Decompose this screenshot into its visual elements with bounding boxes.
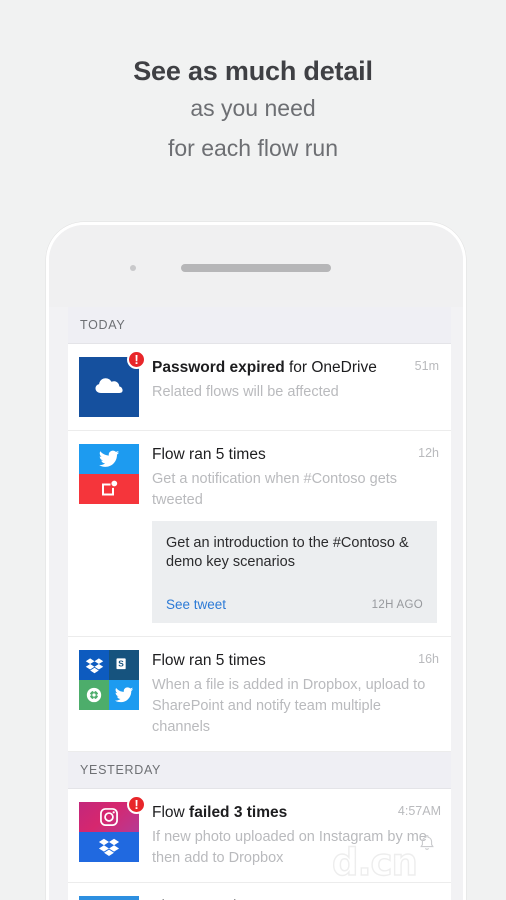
row-title: Password expired for OneDrive bbox=[152, 358, 437, 377]
feed-row-flow-ran-twitter[interactable]: Flow ran 5 times Get a notification when… bbox=[68, 431, 451, 637]
section-header-yesterday: YESTERDAY bbox=[68, 752, 451, 789]
row-timestamp: 4:57AM bbox=[397, 804, 441, 818]
row-title: Flow ran 5 times bbox=[152, 445, 437, 464]
tweet-card-timestamp: 12H AGO bbox=[371, 598, 423, 611]
section-label-yesterday: YESTERDAY bbox=[80, 763, 162, 777]
row-icon-group: S bbox=[79, 650, 139, 710]
row-subtitle: If new photo uploaded on Instagram by me… bbox=[152, 829, 427, 866]
row-subtitle: When a file is added in Dropbox, upload … bbox=[152, 677, 426, 735]
phone-body: TODAY ! Password expired for OneDrive Re… bbox=[49, 225, 463, 900]
row-text-block: Password expired for OneDrive Related fl… bbox=[139, 357, 441, 417]
app-feed-screen[interactable]: TODAY ! Password expired for OneDrive Re… bbox=[68, 307, 451, 900]
front-camera-icon bbox=[130, 265, 136, 271]
twitter-icon bbox=[79, 896, 139, 900]
phone-mockup: TODAY ! Password expired for OneDrive Re… bbox=[46, 222, 466, 900]
row-icon-group: ! bbox=[79, 795, 146, 862]
tweet-card-footer: See tweet 12H AGO bbox=[166, 597, 423, 612]
row-title-rest: for OneDrive bbox=[284, 359, 377, 376]
row-title-bold: Password expired bbox=[152, 359, 285, 376]
dropbox-icon bbox=[79, 832, 139, 862]
see-tweet-link[interactable]: See tweet bbox=[166, 597, 226, 612]
row-subtitle: Related flows will be affected bbox=[152, 384, 339, 400]
headline-block: See as much detail as you need for each … bbox=[0, 54, 506, 168]
notification-bell-icon[interactable] bbox=[417, 833, 437, 858]
feed-row-flow-failed-instagram[interactable]: ! Flow failed 3 times If new photo uploa… bbox=[68, 789, 451, 883]
screenshot-root: See as much detail as you need for each … bbox=[0, 0, 506, 900]
row-title-bold: failed 3 times bbox=[189, 804, 288, 821]
row-title-prefix: Flow bbox=[152, 804, 190, 821]
tweet-card-text: Get an introduction to the #Contoso & de… bbox=[166, 535, 409, 570]
row-icon-group bbox=[79, 444, 139, 504]
earpiece-speaker-icon bbox=[181, 264, 331, 272]
row-title-rest: Flow ran 5 times bbox=[152, 652, 266, 669]
headline-line-2: as you need bbox=[190, 95, 316, 121]
svg-text:S: S bbox=[118, 659, 124, 669]
feed-row-password-expired[interactable]: ! Password expired for OneDrive Related … bbox=[68, 344, 451, 431]
headline-line-3: for each flow run bbox=[167, 135, 339, 161]
tweet-card[interactable]: Get an introduction to the #Contoso & de… bbox=[152, 521, 437, 623]
row-icon-group: ! bbox=[79, 350, 146, 417]
section-label-today: TODAY bbox=[80, 318, 126, 332]
row-icon-group bbox=[79, 896, 139, 900]
twitter-icon bbox=[109, 680, 139, 710]
row-timestamp: 12h bbox=[418, 446, 439, 460]
row-timestamp: 16h bbox=[418, 652, 439, 666]
sharepoint-icon: S bbox=[109, 650, 139, 680]
row-text-block: Flow ran 5 times Get a notification when… bbox=[139, 444, 441, 623]
dropbox-icon bbox=[79, 650, 109, 680]
error-badge-icon: ! bbox=[127, 795, 146, 814]
row-title: Flow failed 3 times bbox=[152, 803, 437, 822]
row-text-block: Flow failed 3 times If new photo uploade… bbox=[139, 802, 441, 869]
row-title: Flow ran 5 times bbox=[152, 651, 437, 670]
feed-row-flow-ran-dropbox[interactable]: S Flow ran 5 times When a file is added … bbox=[68, 637, 451, 752]
row-text-block: Flow ran 5 times When a file is added in… bbox=[139, 650, 441, 738]
twitter-icon bbox=[79, 444, 139, 474]
error-badge-icon: ! bbox=[127, 350, 146, 369]
green-gear-icon bbox=[79, 680, 109, 710]
row-title-rest: Flow ran 5 times bbox=[152, 446, 266, 463]
notification-icon bbox=[79, 474, 139, 504]
feed-row-flow-ran-partial[interactable]: Flow ran 4 times 12:22PM bbox=[68, 883, 451, 900]
section-header-today: TODAY bbox=[68, 307, 451, 344]
row-subtitle: Get a notification when #Contoso gets tw… bbox=[152, 471, 398, 508]
phone-top-bezel bbox=[49, 225, 463, 307]
headline-line-1: See as much detail bbox=[133, 56, 373, 86]
row-timestamp: 51m bbox=[414, 359, 439, 373]
